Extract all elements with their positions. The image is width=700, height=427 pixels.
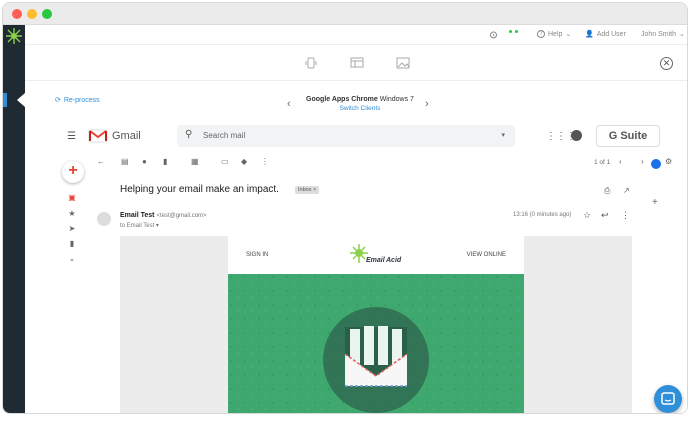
chevron-down-icon: ⌄ [565, 31, 572, 38]
close-window-button[interactable] [12, 9, 22, 19]
device-view-bar: ✕ [25, 45, 687, 81]
to-label: to Email Test [120, 223, 155, 229]
move-to-icon[interactable]: ▭ [221, 157, 229, 166]
sender-address: <test@gmail.com> [156, 213, 207, 219]
left-sidebar [3, 25, 25, 413]
sidebar-pointer-icon [17, 93, 25, 107]
client-name: Google Apps Chrome Windows 7 Switch Clie… [305, 96, 415, 112]
next-client-button[interactable]: › [425, 98, 429, 110]
client-version: Windows 7 [379, 96, 414, 103]
menu-icon[interactable]: ☰ [67, 131, 76, 142]
app-logo-icon[interactable] [5, 27, 23, 45]
inbox-tag-label: Inbox [298, 187, 312, 193]
sidebar-active-indicator [3, 93, 7, 107]
search-options-icon[interactable]: ▾ [501, 131, 505, 139]
refresh-icon: ⟳ [55, 97, 61, 104]
gmail-wordmark: Gmail [112, 130, 141, 142]
svg-text:Email: Email [366, 257, 386, 264]
previous-client-button[interactable]: ‹ [287, 98, 291, 110]
message-more-icon[interactable]: ⋮ [621, 210, 630, 221]
gsuite-badge[interactable]: G Suite [596, 125, 660, 147]
avatar [97, 212, 111, 226]
previous-page-icon[interactable]: ‹ [619, 157, 622, 166]
svg-text:Acid: Acid [385, 257, 402, 264]
compose-button[interactable]: + [62, 161, 84, 183]
inbox-label-badge[interactable]: Inbox × [295, 186, 320, 194]
more-options-icon[interactable]: ⋮ [261, 157, 269, 166]
user-menu[interactable]: John Smith ⌄ [641, 30, 685, 39]
account-icon[interactable] [571, 130, 582, 141]
gmail-logo-icon [88, 129, 108, 143]
add-user-label: Add User [596, 30, 626, 38]
sent-nav-icon[interactable]: ➤ [67, 224, 77, 234]
message-toolbar: ← ▤ ● ▮ ▦ ▭ ◆ ⋮ 1 of 1 ‹ › ⚙ [97, 157, 672, 173]
chat-support-button[interactable] [654, 385, 682, 413]
email-body-canvas: SIGN IN Email Acid VIEW ONLINE [120, 236, 632, 413]
back-arrow-icon[interactable]: ← [97, 157, 105, 166]
search-box[interactable]: ⚲ Search mail ▾ [177, 125, 515, 147]
sign-in-link[interactable]: SIGN IN [246, 252, 268, 258]
inbox-nav-icon[interactable]: ▣ [67, 193, 77, 203]
label-icon[interactable]: ◆ [241, 157, 247, 166]
drafts-nav-icon[interactable]: ▮ [67, 239, 77, 249]
email-on-acid-logo-icon[interactable]: Email Acid [346, 242, 406, 268]
gmail-preview: ☰ Gmail ⚲ Search mail ▾ ⋮⋮⋮ G Suite + ▣ … [55, 121, 687, 413]
title-bar [3, 3, 687, 25]
starred-nav-icon[interactable]: ★ [67, 209, 77, 219]
mark-unread-icon[interactable]: ▦ [191, 157, 199, 166]
email-content: SIGN IN Email Acid VIEW ONLINE [228, 236, 524, 413]
report-spam-icon[interactable]: ● [142, 157, 147, 166]
gsuite-label: G Suite [608, 130, 648, 142]
minimize-window-button[interactable] [27, 9, 37, 19]
search-icon: ⚲ [185, 129, 193, 140]
desktop-view-icon[interactable] [350, 57, 364, 69]
chevron-down-icon: ⌄ [679, 31, 685, 38]
add-addon-icon[interactable]: + [652, 197, 658, 208]
help-label: Help [548, 30, 563, 38]
client-name-bold: Google Apps Chrome [306, 96, 378, 103]
sender-name: Email Test [120, 212, 155, 219]
reprocess-button[interactable]: ⟳ Re-process [55, 96, 100, 105]
next-page-icon[interactable]: › [641, 157, 644, 166]
message-timestamp: 13:16 (0 minutes ago) [513, 212, 572, 218]
alarm-icon[interactable] [489, 30, 498, 39]
image-view-icon[interactable] [396, 57, 410, 69]
view-online-link[interactable]: VIEW ONLINE [467, 252, 506, 258]
chat-icon [661, 392, 675, 405]
maximize-window-button[interactable] [42, 9, 52, 19]
pager-text: 1 of 1 [594, 159, 611, 166]
envelope-illustration-icon [228, 274, 524, 413]
close-preview-button[interactable]: ✕ [660, 57, 673, 70]
user-name: John Smith [641, 30, 677, 38]
reprocess-label: Re-process [63, 96, 100, 104]
sender-line: Email Test <test@gmail.com> [120, 212, 207, 219]
star-icon[interactable]: ☆ [583, 210, 591, 221]
open-new-window-icon[interactable]: ↗ [623, 186, 630, 195]
reply-icon[interactable]: ↩ [601, 210, 609, 221]
mobile-view-icon[interactable] [304, 57, 318, 69]
client-bar: ⟳ Re-process ‹ Google Apps Chrome Window… [25, 81, 687, 121]
hero-banner [228, 274, 524, 413]
search-input[interactable]: Search mail [203, 131, 245, 140]
email-subject: Helping your email make an impact. [120, 184, 279, 195]
recipient-line[interactable]: to Email Test ▾ [120, 222, 159, 229]
add-user-icon: 👤 [585, 31, 594, 38]
print-icon[interactable]: ⎙ [604, 186, 610, 196]
email-header-row: SIGN IN Email Acid VIEW ONLINE [228, 236, 524, 274]
gmail-header: ☰ Gmail ⚲ Search mail ▾ ⋮⋮⋮ G Suite [55, 121, 687, 151]
switch-clients-link[interactable]: Switch Clients [305, 105, 415, 112]
add-user-button[interactable]: 👤 Add User [585, 30, 626, 39]
right-rail: + [651, 157, 671, 257]
archive-icon[interactable]: ▤ [121, 157, 129, 166]
delete-icon[interactable]: ▮ [163, 157, 167, 166]
help-menu[interactable]: ? Help ⌄ [537, 30, 571, 38]
app-window: ? Help ⌄ 👤 Add User John Smith ⌄ ✕ ⟳ Re-… [2, 2, 688, 414]
help-icon: ? [537, 30, 545, 38]
tasks-icon[interactable] [651, 159, 661, 169]
status-dots-icon [509, 30, 518, 33]
top-bar: ? Help ⌄ 👤 Add User John Smith ⌄ [25, 25, 687, 45]
more-nav-icon[interactable]: ⌄ [67, 254, 77, 264]
